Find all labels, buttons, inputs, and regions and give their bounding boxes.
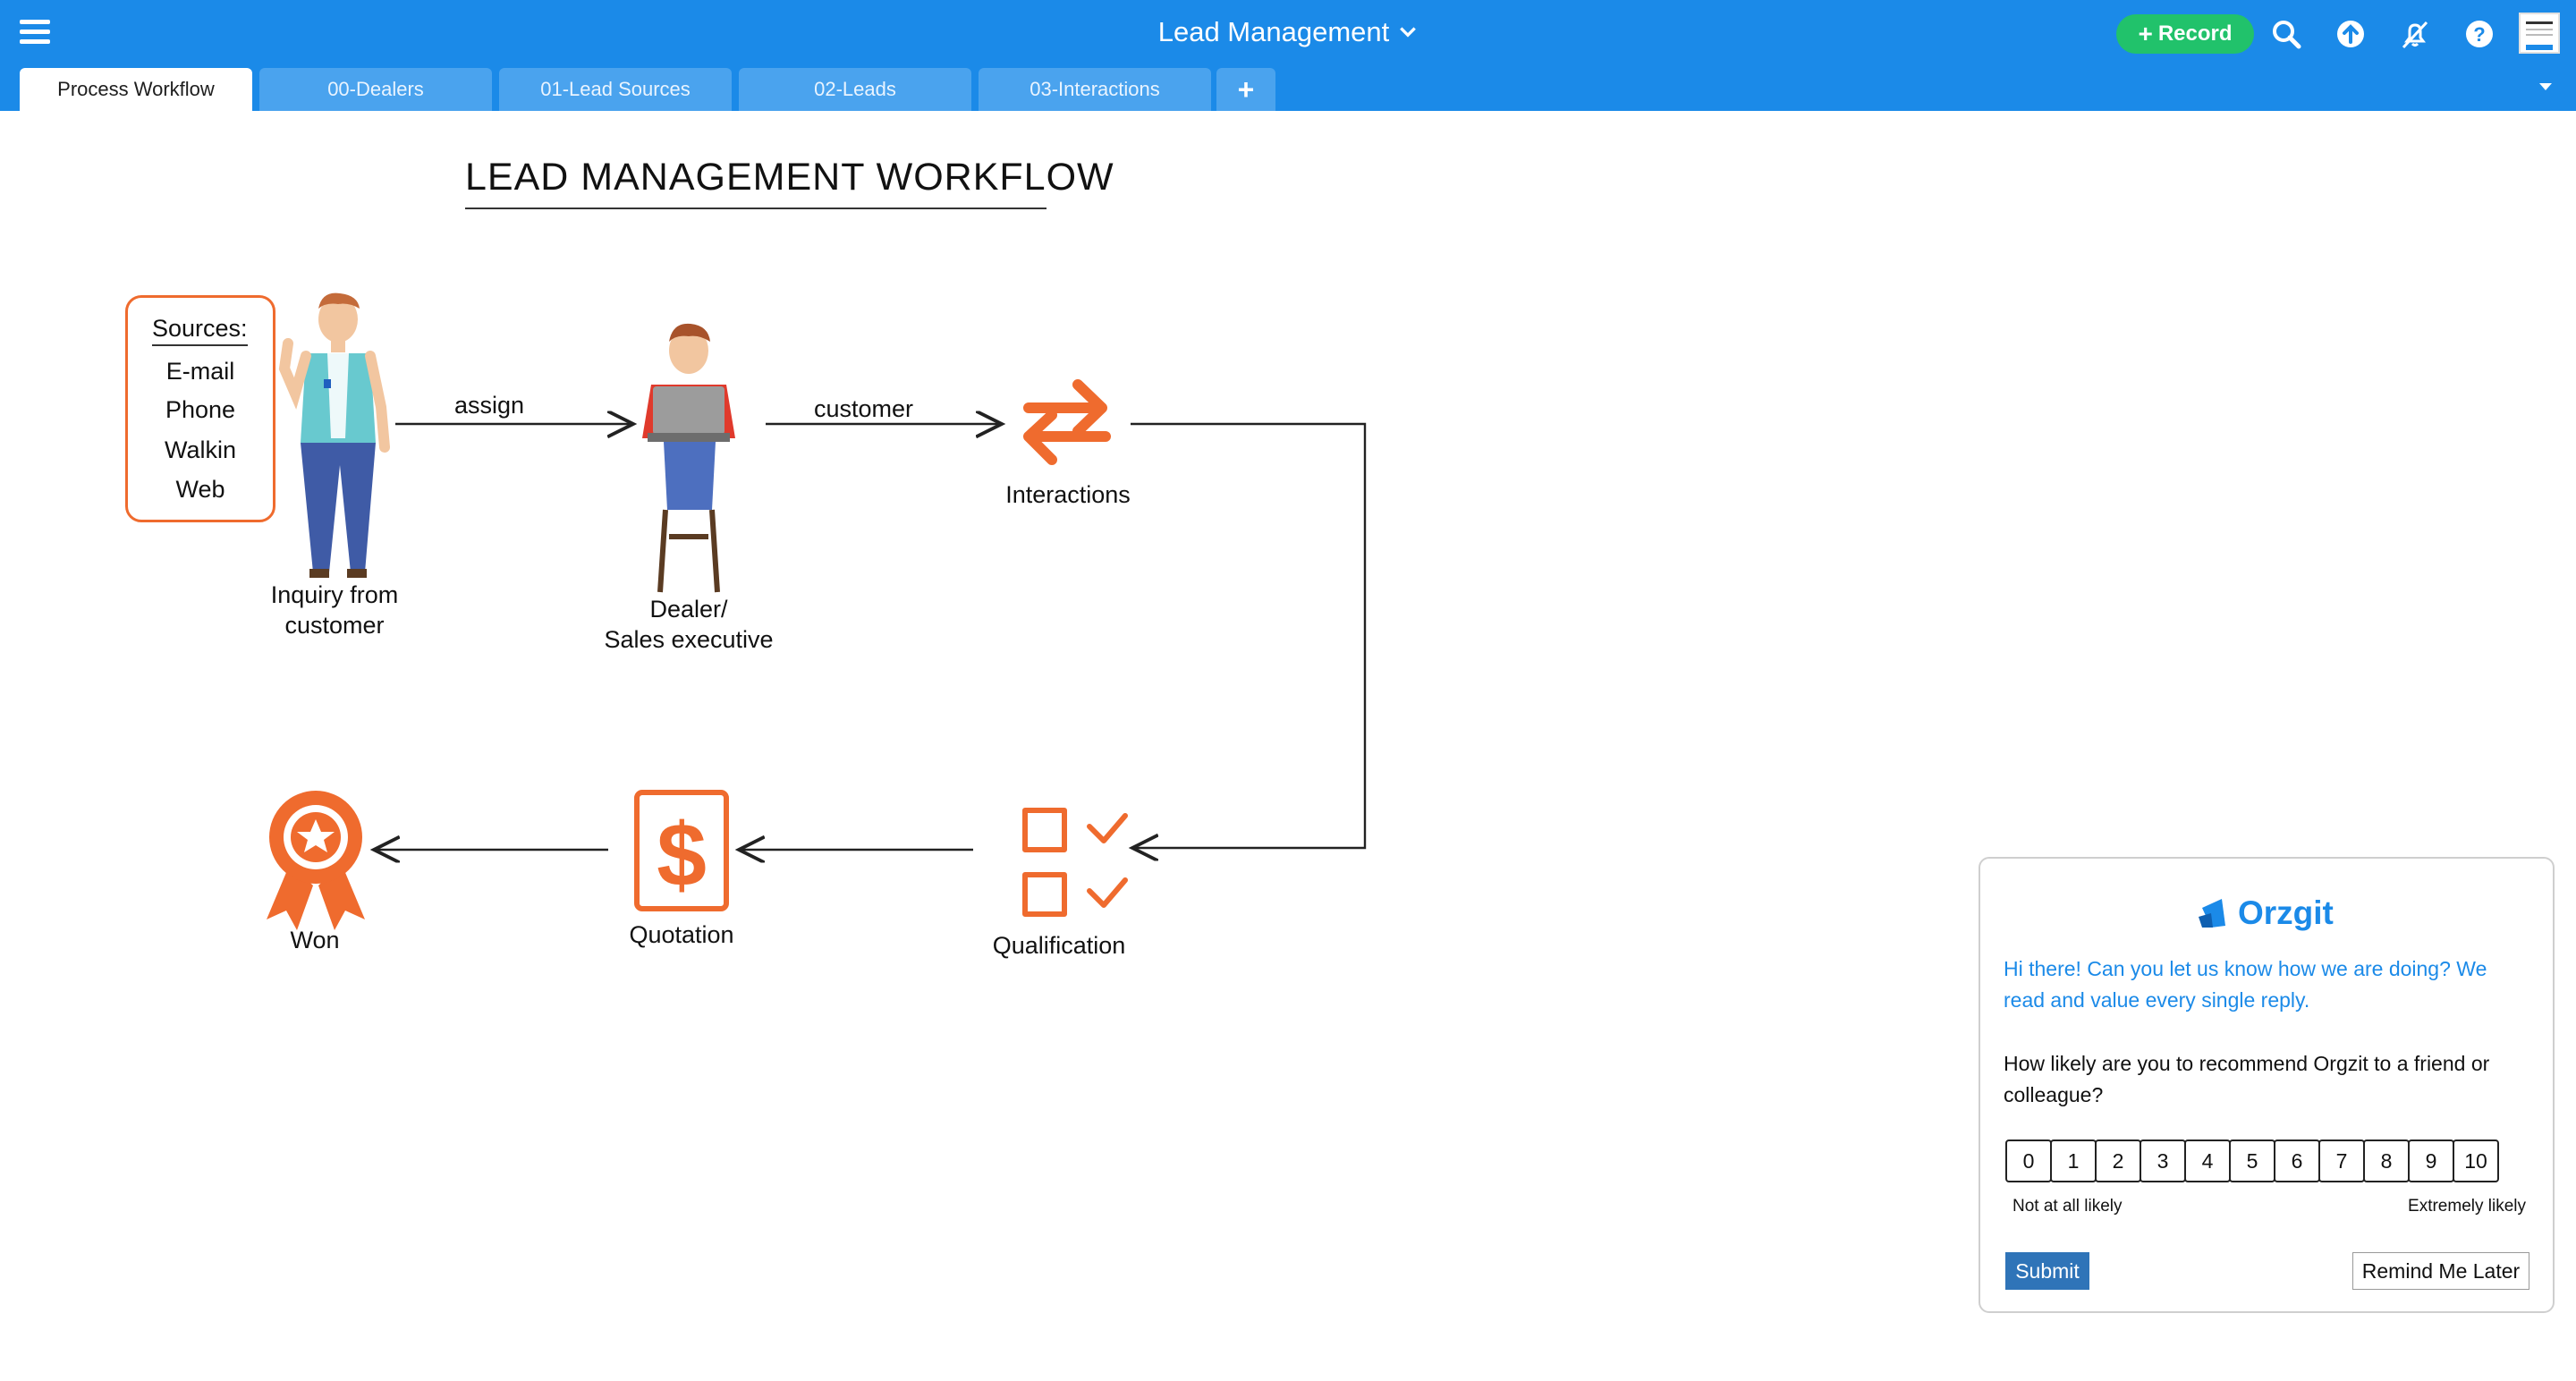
plus-icon: + bbox=[2138, 20, 2153, 47]
tab-leads[interactable]: 02-Leads bbox=[739, 68, 971, 111]
brand-name: Orzgit bbox=[2238, 894, 2334, 931]
svg-text:?: ? bbox=[2473, 23, 2485, 46]
tab-label: 01-Lead Sources bbox=[540, 78, 691, 100]
edge-label-customer: customer bbox=[814, 395, 914, 422]
nps-option-5[interactable]: 5 bbox=[2229, 1140, 2275, 1182]
nps-option-0[interactable]: 0 bbox=[2005, 1140, 2052, 1182]
sources-heading: Sources: bbox=[152, 315, 248, 346]
title-underline bbox=[465, 208, 1046, 209]
tab-label: 02-Leads bbox=[814, 78, 896, 100]
node-label-inquiry: Inquiry from customer bbox=[200, 580, 469, 640]
source-item: Web bbox=[175, 476, 225, 503]
tab-lead-sources[interactable]: 01-Lead Sources bbox=[499, 68, 732, 111]
node-label-line: Dealer/ bbox=[649, 596, 728, 623]
nps-option-6[interactable]: 6 bbox=[2274, 1140, 2320, 1182]
scale-high-label: Extremely likely bbox=[2408, 1197, 2526, 1216]
feedback-survey-panel: Orzgit Hi there! Can you let us know how… bbox=[1979, 857, 2555, 1313]
qualification-icon bbox=[1022, 808, 1128, 917]
submit-button[interactable]: Submit bbox=[2005, 1252, 2089, 1290]
upload-icon[interactable] bbox=[2334, 18, 2367, 50]
add-record-button[interactable]: + Record bbox=[2116, 14, 2254, 54]
nps-option-4[interactable]: 4 bbox=[2184, 1140, 2231, 1182]
help-icon[interactable]: ? bbox=[2463, 18, 2496, 50]
node-label-line: customer bbox=[284, 612, 385, 639]
nps-option-10[interactable]: 10 bbox=[2453, 1140, 2499, 1182]
edge-label-assign: assign bbox=[454, 392, 525, 419]
node-label-won: Won bbox=[290, 927, 340, 953]
nps-option-1[interactable]: 1 bbox=[2050, 1140, 2097, 1182]
plus-icon: + bbox=[1237, 72, 1255, 106]
node-label-line: Sales executive bbox=[604, 626, 774, 653]
survey-question: How likely are you to recommend Orgzit t… bbox=[2004, 1052, 2490, 1106]
tab-label: Process Workflow bbox=[57, 78, 215, 100]
survey-intro-text: Hi there! Can you let us know how we are… bbox=[2004, 957, 2487, 1012]
source-item: Phone bbox=[165, 396, 236, 423]
node-label-interactions: Interactions bbox=[1005, 481, 1131, 508]
source-item: E-mail bbox=[165, 358, 235, 385]
node-label-line: Inquiry from bbox=[270, 581, 399, 608]
chevron-down-icon bbox=[1400, 27, 1417, 38]
search-icon[interactable] bbox=[2270, 18, 2302, 50]
app-title: Lead Management bbox=[1157, 16, 1390, 47]
svg-text:$: $ bbox=[657, 805, 707, 905]
award-icon bbox=[267, 791, 365, 930]
tab-process-workflow[interactable]: Process Workflow bbox=[20, 68, 252, 111]
nps-option-9[interactable]: 9 bbox=[2408, 1140, 2454, 1182]
brand-logo: Orzgit bbox=[2195, 894, 2334, 932]
node-label-qualification: Qualification bbox=[992, 932, 1126, 959]
nps-option-8[interactable]: 8 bbox=[2363, 1140, 2410, 1182]
source-item: Walkin bbox=[164, 436, 236, 463]
notifications-off-icon[interactable] bbox=[2399, 18, 2431, 50]
tab-dealers[interactable]: 00-Dealers bbox=[259, 68, 492, 111]
tab-label: 03-Interactions bbox=[1030, 78, 1160, 100]
app-title-dropdown[interactable]: Lead Management bbox=[1154, 13, 1422, 52]
tab-interactions[interactable]: 03-Interactions bbox=[979, 68, 1211, 111]
top-bar: Lead Management + Record ? Process Workf… bbox=[0, 0, 2576, 111]
nps-option-3[interactable]: 3 bbox=[2140, 1140, 2186, 1182]
interactions-icon bbox=[1023, 379, 1111, 465]
avatar[interactable] bbox=[2519, 13, 2560, 54]
node-label-quotation: Quotation bbox=[629, 921, 734, 948]
scale-low-label: Not at all likely bbox=[2012, 1197, 2123, 1216]
dealer-figure bbox=[642, 323, 735, 593]
orgzit-logo-icon bbox=[2199, 899, 2225, 928]
quotation-icon: $ bbox=[634, 790, 729, 911]
tabs-dropdown-icon[interactable] bbox=[2537, 80, 2555, 93]
nps-scale: 0 1 2 3 4 5 6 7 8 9 10 bbox=[2005, 1140, 2499, 1182]
workflow-title: LEAD MANAGEMENT WORKFLOW bbox=[465, 156, 1114, 199]
menu-icon[interactable] bbox=[20, 20, 50, 47]
node-label-dealer: Dealer/ Sales executive bbox=[555, 594, 823, 655]
tab-label: 00-Dealers bbox=[327, 78, 424, 100]
remind-me-later-button[interactable]: Remind Me Later bbox=[2352, 1252, 2529, 1290]
record-button-label: Record bbox=[2157, 21, 2233, 46]
nps-option-2[interactable]: 2 bbox=[2095, 1140, 2141, 1182]
nps-option-7[interactable]: 7 bbox=[2318, 1140, 2365, 1182]
add-tab-button[interactable]: + bbox=[1216, 68, 1275, 111]
customer-figure bbox=[278, 292, 390, 578]
